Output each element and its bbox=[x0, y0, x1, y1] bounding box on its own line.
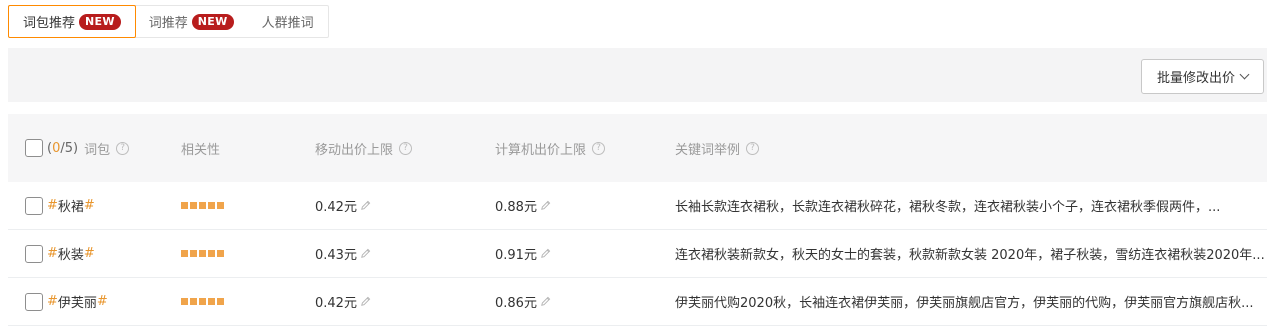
relevance-bar-segment bbox=[181, 250, 188, 257]
select-all-checkbox[interactable] bbox=[25, 139, 43, 157]
relevance-bar-segment bbox=[217, 298, 224, 305]
relevance-indicator bbox=[181, 298, 224, 305]
tab-word-recommend[interactable]: 词推荐 NEW bbox=[135, 6, 248, 37]
relevance-bar-segment bbox=[208, 250, 215, 257]
tab-label: 人群推词 bbox=[261, 16, 314, 31]
pencil-icon[interactable] bbox=[359, 247, 372, 260]
batch-edit-bid-label: 批量修改出价 bbox=[1156, 71, 1235, 86]
help-icon[interactable]: ? bbox=[592, 141, 606, 155]
header-select-cell: (0/5) 词包 ? bbox=[25, 114, 130, 182]
header-relevance-cell: 相关性 bbox=[181, 114, 220, 182]
table-body: # 秋裙 #0.42元 0.88元 长袖长款连衣裙秋，长款连衣裙秋碎花，裙秋冬款，连衣裙… bbox=[8, 182, 1267, 326]
mobile-bid-cell: 0.42元 bbox=[315, 278, 372, 325]
mobile-bid-value: 0.42元 bbox=[315, 200, 357, 215]
hash-suffix: # bbox=[83, 198, 95, 213]
relevance-bar-segment bbox=[217, 202, 224, 209]
mobile-bid-cell: 0.42元 bbox=[315, 182, 372, 229]
pencil-icon[interactable] bbox=[359, 199, 372, 212]
mobile-bid-cell: 0.43元 bbox=[315, 230, 372, 277]
relevance-cell bbox=[181, 278, 224, 325]
keyword-pack-name: 伊芙丽 bbox=[57, 296, 97, 311]
pc-bid-value: 0.88元 bbox=[495, 200, 537, 215]
help-icon[interactable]: ? bbox=[116, 141, 130, 155]
keyword-examples-text: 连衣裙秋装新款女，秋天的女士的套装，秋款新款女装 2020年，裙子秋装，雪纺连衣… bbox=[675, 248, 1265, 263]
relevance-bar-segment bbox=[190, 202, 197, 209]
tab-bar: 词包推荐 NEW 词推荐 NEW 人群推词 bbox=[8, 5, 329, 38]
keyword-examples-text: 伊芙丽代购2020秋，长袖连衣裙伊芙丽，伊芙丽旗舰店官方，伊芙丽的代购，伊芙丽官… bbox=[675, 296, 1254, 311]
table-row: # 秋裙 #0.42元 0.88元 长袖长款连衣裙秋，长款连衣裙秋碎花，裙秋冬款，连衣裙… bbox=[8, 182, 1267, 230]
row-checkbox[interactable] bbox=[25, 292, 43, 311]
keyword-pack-cell: # 秋裙 # bbox=[25, 182, 95, 229]
relevance-bar-segment bbox=[199, 298, 206, 305]
pc-bid-value: 0.91元 bbox=[495, 248, 537, 263]
pencil-icon[interactable] bbox=[539, 295, 552, 308]
relevance-indicator bbox=[181, 250, 224, 257]
pencil-icon[interactable] bbox=[539, 247, 552, 260]
relevance-bar-segment bbox=[181, 298, 188, 305]
relevance-bar-segment bbox=[208, 298, 215, 305]
hash-suffix: # bbox=[83, 246, 95, 261]
table-header: (0/5) 词包 ? 相关性 移动出价上限 ? 计算机出价上限 ? 关键词举例 … bbox=[8, 114, 1267, 182]
relevance-indicator bbox=[181, 202, 224, 209]
pc-bid-cell: 0.91元 bbox=[495, 230, 552, 277]
new-badge: NEW bbox=[191, 13, 234, 30]
col-examples: 关键词举例 bbox=[675, 142, 741, 158]
hash-suffix: # bbox=[96, 294, 108, 309]
hash-prefix: # bbox=[47, 246, 58, 261]
tab-crowd-recommend[interactable]: 人群推词 bbox=[248, 6, 328, 37]
keyword-pack-table: (0/5) 词包 ? 相关性 移动出价上限 ? 计算机出价上限 ? 关键词举例 … bbox=[8, 114, 1267, 326]
pc-bid-cell: 0.88元 bbox=[495, 182, 552, 229]
header-pc-bid-cell: 计算机出价上限 ? bbox=[495, 114, 606, 182]
help-icon[interactable]: ? bbox=[746, 141, 760, 155]
keyword-pack-name: 秋裙 bbox=[57, 200, 84, 215]
total-count: /5) bbox=[60, 140, 79, 156]
relevance-bar-segment bbox=[190, 298, 197, 305]
chevron-down-icon bbox=[1239, 69, 1250, 80]
keyword-examples-cell: 连衣裙秋装新款女，秋天的女士的套装，秋款新款女装 2020年，裙子秋装，雪纺连衣… bbox=[675, 230, 1267, 277]
table-row: # 秋装 #0.43元 0.91元 连衣裙秋装新款女，秋天的女士的套装，秋款新款女装 2… bbox=[8, 230, 1267, 278]
relevance-cell bbox=[181, 182, 224, 229]
relevance-bar-segment bbox=[217, 250, 224, 257]
selected-count: 0 bbox=[52, 140, 61, 156]
pc-bid-value: 0.86元 bbox=[495, 296, 537, 311]
hash-prefix: # bbox=[47, 198, 58, 213]
toolbar: 批量修改出价 bbox=[8, 48, 1267, 102]
hash-prefix: # bbox=[47, 294, 58, 309]
keyword-examples-cell: 长袖长款连衣裙秋，长款连衣裙秋碎花，裙秋冬款，连衣裙秋装小个子，连衣裙秋季假两件… bbox=[675, 182, 1267, 229]
relevance-bar-segment bbox=[199, 202, 206, 209]
new-badge: NEW bbox=[79, 13, 121, 30]
tab-keyword-pack-recommend[interactable]: 词包推荐 NEW bbox=[8, 5, 136, 38]
tab-label: 词推荐 bbox=[148, 16, 188, 31]
col-mobile-bid: 移动出价上限 bbox=[315, 142, 394, 158]
keyword-pack-name: 秋装 bbox=[57, 248, 84, 263]
keyword-pack-cell: # 秋装 # bbox=[25, 230, 95, 277]
col-pc-bid: 计算机出价上限 bbox=[495, 142, 587, 158]
pencil-icon[interactable] bbox=[539, 199, 552, 212]
mobile-bid-value: 0.42元 bbox=[315, 296, 357, 311]
relevance-bar-segment bbox=[208, 202, 215, 209]
keyword-pack-cell: # 伊芙丽 # bbox=[25, 278, 108, 325]
help-icon[interactable]: ? bbox=[399, 141, 413, 155]
relevance-bar-segment bbox=[199, 250, 206, 257]
col-keyword-pack: 词包 bbox=[84, 142, 111, 158]
relevance-bar-segment bbox=[190, 250, 197, 257]
table-row: # 伊芙丽 #0.42元 0.86元 伊芙丽代购2020秋，长袖连衣裙伊芙丽，伊芙丽旗舰… bbox=[8, 278, 1267, 326]
pc-bid-cell: 0.86元 bbox=[495, 278, 552, 325]
relevance-bar-segment bbox=[181, 202, 188, 209]
header-mobile-bid-cell: 移动出价上限 ? bbox=[315, 114, 413, 182]
keyword-examples-cell: 伊芙丽代购2020秋，长袖连衣裙伊芙丽，伊芙丽旗舰店官方，伊芙丽的代购，伊芙丽官… bbox=[675, 278, 1267, 325]
tab-label: 词包推荐 bbox=[23, 16, 76, 31]
col-relevance: 相关性 bbox=[181, 142, 221, 158]
mobile-bid-value: 0.43元 bbox=[315, 248, 357, 263]
row-checkbox[interactable] bbox=[25, 244, 43, 263]
row-checkbox[interactable] bbox=[25, 196, 43, 215]
pencil-icon[interactable] bbox=[359, 295, 372, 308]
header-examples-cell: 关键词举例 ? bbox=[675, 114, 1267, 182]
batch-edit-bid-button[interactable]: 批量修改出价 bbox=[1141, 59, 1264, 94]
keyword-examples-text: 长袖长款连衣裙秋，长款连衣裙秋碎花，裙秋冬款，连衣裙秋装小个子，连衣裙秋季假两件… bbox=[675, 200, 1221, 215]
relevance-cell bbox=[181, 230, 224, 277]
